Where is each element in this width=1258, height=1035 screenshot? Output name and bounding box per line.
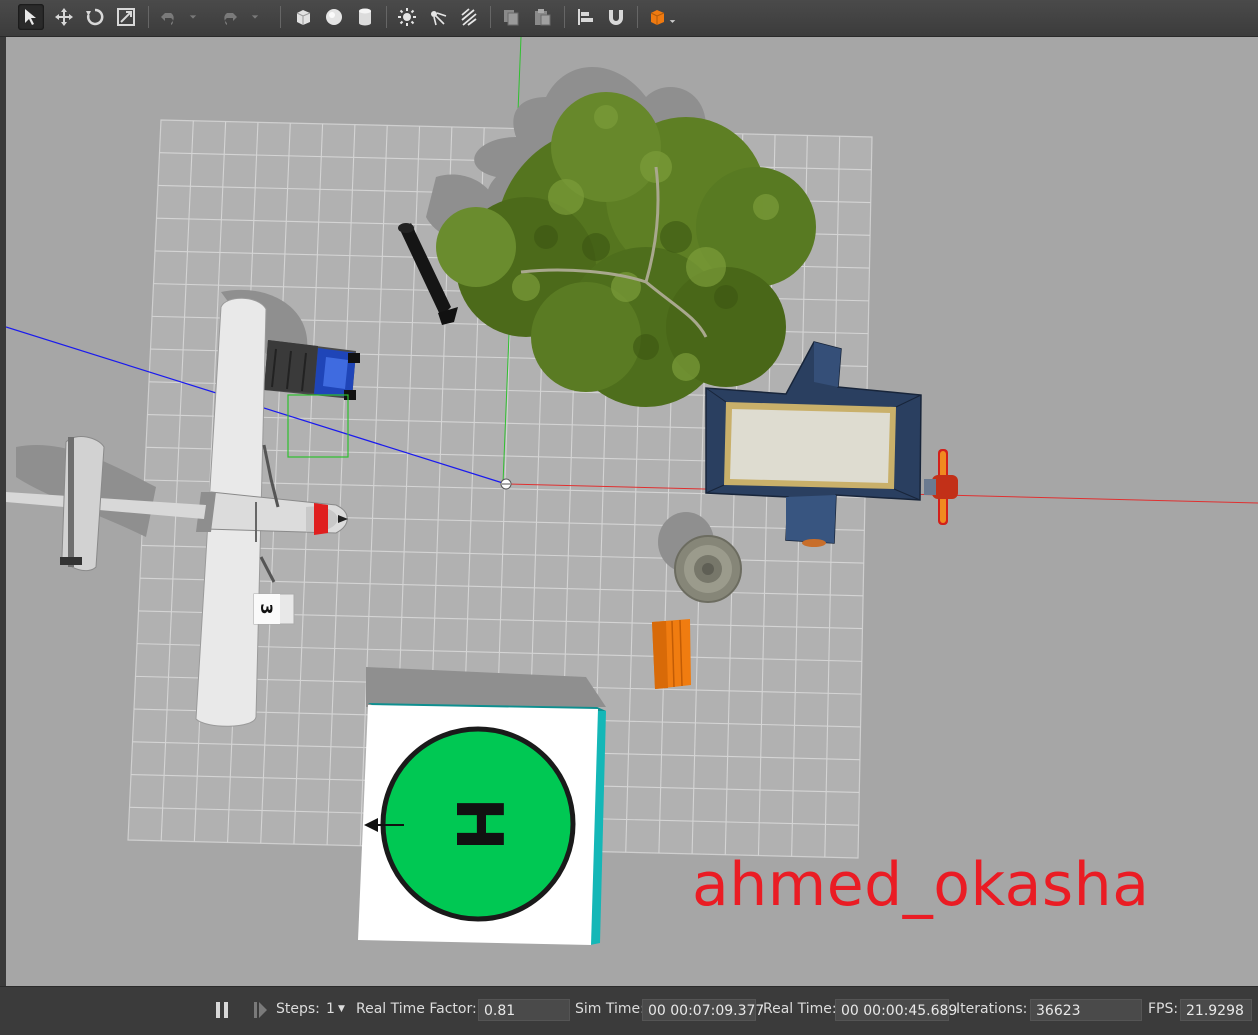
toolbar-separator <box>386 6 387 28</box>
sim-time-field: 00 00:07:09.377 <box>642 999 764 1021</box>
copy-icon <box>504 10 519 26</box>
toolbar <box>0 0 1258 37</box>
red-barrier-model[interactable] <box>924 449 958 525</box>
arrow-cursor-icon <box>25 9 36 25</box>
insert-box-button[interactable] <box>290 4 316 30</box>
pause-button[interactable] <box>214 1001 230 1023</box>
translate-mode-button[interactable] <box>51 4 77 30</box>
toolbar-separator <box>280 6 281 28</box>
paste-icon <box>535 9 551 26</box>
sun-icon <box>398 8 416 26</box>
select-mode-button[interactable] <box>18 4 44 30</box>
magnet-icon <box>609 10 623 25</box>
view-angle-dropdown[interactable] <box>666 14 678 28</box>
helipad-model[interactable]: H <box>358 703 606 945</box>
paste-button[interactable] <box>529 4 555 30</box>
copy-button[interactable] <box>498 4 524 30</box>
redo-icon <box>224 13 237 25</box>
rotate-mode-button[interactable] <box>82 4 108 30</box>
iterations-label: Iterations: <box>956 1001 1028 1017</box>
real-time-factor-label: Real Time Factor: <box>356 1001 477 1017</box>
cylinder-shape-icon <box>359 8 371 26</box>
sim-time-label: Sim Time: <box>575 1001 645 1017</box>
redo-history-dropdown[interactable] <box>248 4 262 30</box>
chevron-down-icon <box>669 19 675 23</box>
chevron-down-icon[interactable]: ▼ <box>338 1004 345 1014</box>
origin-marker <box>500 478 512 490</box>
chevron-down-icon <box>189 15 197 19</box>
status-bar: Steps: 1 ▼ Real Time Factor: 0.81 Sim Ti… <box>0 986 1258 1035</box>
real-time-label: Real Time: <box>763 1001 837 1017</box>
sphere-shape-icon <box>326 9 342 25</box>
toolbar-separator <box>490 6 491 28</box>
steps-label: Steps: <box>276 1001 320 1017</box>
step-forward-icon <box>254 1002 267 1018</box>
align-left-icon <box>578 9 593 25</box>
undo-icon <box>161 13 174 25</box>
fps-label: FPS: <box>1148 1001 1179 1017</box>
iterations-field: 36623 <box>1030 999 1142 1021</box>
steps-value[interactable]: 1 <box>326 1001 335 1017</box>
fps-field: 21.9298 <box>1180 999 1252 1021</box>
insert-sphere-button[interactable] <box>321 4 347 30</box>
watermark-text: ahmed_okasha <box>692 850 1150 920</box>
orange-container-model[interactable] <box>652 619 691 689</box>
box-number-label: 3 <box>257 603 276 614</box>
helipad-letter: H <box>441 797 515 851</box>
spot-light-icon <box>431 11 447 26</box>
pause-icon <box>216 1002 228 1018</box>
toolbar-separator <box>148 6 149 28</box>
scene-viewport[interactable]: 3 H ahmed_okasha <box>6 37 1258 986</box>
undo-button[interactable] <box>156 4 182 30</box>
chevron-down-icon <box>251 15 259 19</box>
redo-button[interactable] <box>216 4 242 30</box>
real-time-factor-field: 0.81 <box>478 999 570 1021</box>
numbered-box-model[interactable]: 3 <box>253 593 295 625</box>
align-button[interactable] <box>572 4 598 30</box>
directional-light-button[interactable] <box>456 4 482 30</box>
undo-history-dropdown[interactable] <box>186 4 200 30</box>
point-light-button[interactable] <box>394 4 420 30</box>
move-arrows-icon <box>55 8 73 26</box>
insert-cylinder-button[interactable] <box>352 4 378 30</box>
stone-well-model[interactable] <box>674 535 742 603</box>
rotate-icon <box>86 8 104 26</box>
scale-mode-button[interactable] <box>113 4 139 30</box>
scene-canvas[interactable]: 3 H <box>6 37 1258 986</box>
box-shape-icon <box>296 10 311 25</box>
scale-icon <box>117 8 135 26</box>
snap-button[interactable] <box>603 4 629 30</box>
spot-light-button[interactable] <box>425 4 451 30</box>
orange-cube-icon <box>650 10 665 25</box>
step-button[interactable] <box>252 1001 268 1023</box>
toolbar-separator <box>564 6 565 28</box>
toolbar-separator <box>637 6 638 28</box>
directional-light-icon <box>461 8 477 26</box>
real-time-field: 00 00:00:45.689 <box>835 999 957 1021</box>
